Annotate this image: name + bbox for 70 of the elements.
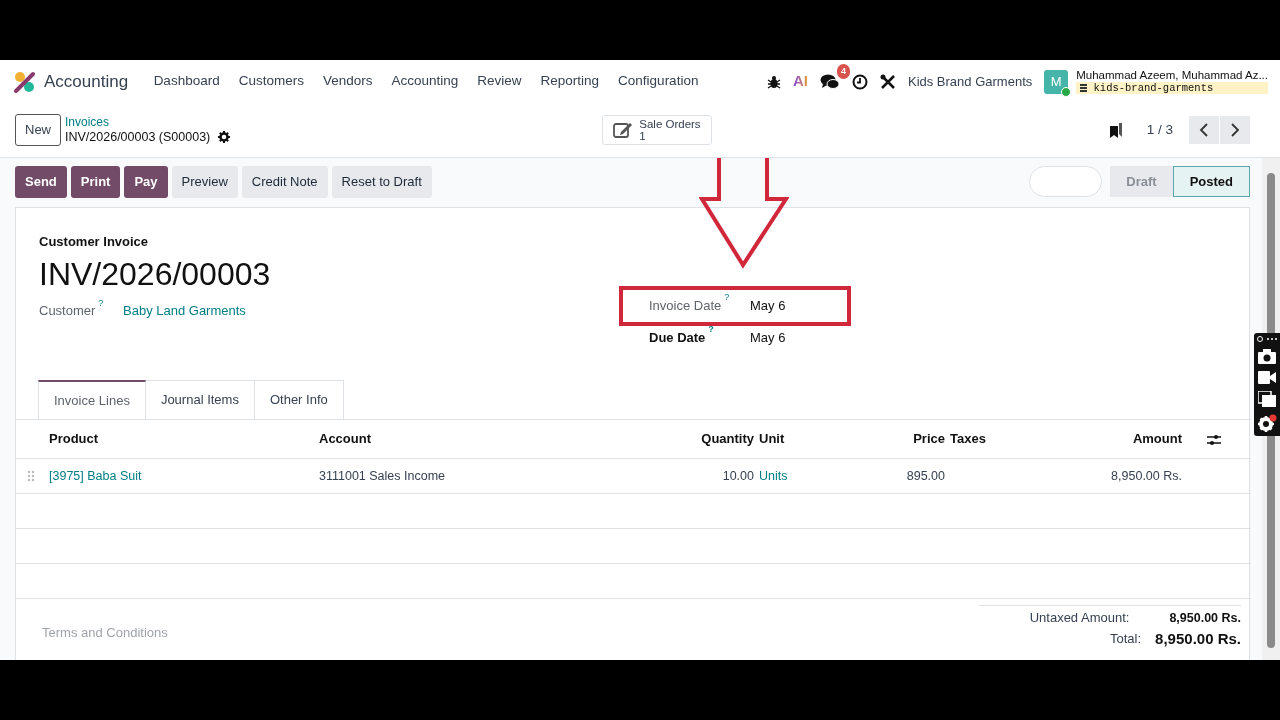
app-name[interactable]: Accounting — [44, 68, 129, 95]
chevron-left-icon — [1199, 123, 1209, 137]
action-button[interactable]: Preview — [171, 166, 238, 198]
field-value[interactable]: May 6 — [750, 295, 786, 316]
column-settings-icon[interactable] — [1206, 433, 1221, 446]
company-name[interactable]: Kids Brand Garments — [907, 71, 1033, 92]
total-value: 8,950.00 Rs. — [1155, 630, 1241, 648]
column-header[interactable]: Price — [838, 419, 949, 459]
notification-badge: 4 — [836, 63, 850, 80]
clock-icon[interactable] — [851, 73, 868, 90]
customer-link[interactable]: Baby Land Garments — [123, 301, 246, 321]
total-label: Total: — [1110, 631, 1142, 647]
video-icon[interactable] — [1258, 371, 1276, 384]
menu-item[interactable]: Accounting — [382, 71, 468, 92]
column-header[interactable]: Account — [318, 419, 628, 459]
product-link[interactable]: [3975] Baba Suit — [49, 468, 142, 483]
tab[interactable]: Invoice Lines — [38, 379, 146, 419]
app-logo-icon[interactable] — [14, 70, 36, 93]
action-button[interactable]: Reset to Draft — [331, 166, 432, 198]
windows-icon[interactable] — [1258, 391, 1276, 407]
column-header[interactable]: Unit — [758, 419, 838, 459]
total-label: Untaxed Amount: — [1029, 611, 1130, 626]
next-button[interactable] — [1220, 116, 1250, 144]
edit-icon — [613, 121, 634, 139]
database-name: kids-brand-garments — [1076, 82, 1268, 95]
column-header[interactable]: Product — [48, 419, 318, 459]
tools-icon[interactable] — [879, 73, 896, 90]
menu-item[interactable]: Configuration — [608, 71, 708, 92]
database-icon — [1080, 84, 1088, 93]
menu-item[interactable]: Reporting — [531, 71, 609, 92]
chevron-right-icon — [1230, 123, 1240, 137]
menu-item[interactable]: Vendors — [313, 71, 382, 92]
column-header[interactable]: Quantity — [628, 419, 758, 459]
action-button[interactable]: Send — [15, 166, 67, 198]
record-name: INV/2026/00003 (S00003) — [65, 129, 211, 145]
menu-item[interactable]: Review — [467, 71, 532, 92]
pager-counter[interactable]: 1 / 3 — [1146, 119, 1173, 141]
action-button[interactable]: Credit Note — [241, 166, 328, 198]
menu-item[interactable]: Customers — [229, 71, 314, 92]
table-cell: 895.00 — [906, 468, 945, 483]
action-button[interactable]: Print — [70, 166, 121, 198]
previous-button[interactable] — [1189, 116, 1219, 144]
bug-icon[interactable] — [766, 74, 781, 89]
total-value: 8,950.00 Rs. — [1169, 611, 1241, 626]
column-header[interactable]: Amount — [1041, 419, 1186, 459]
sale-orders-button[interactable]: Sale Orders 1 — [602, 114, 712, 146]
table-cell: 10.00 — [722, 468, 754, 483]
column-header[interactable]: Taxes — [949, 419, 1041, 459]
unit-link[interactable]: Units — [759, 468, 788, 483]
menu-item[interactable]: Dashboard — [144, 71, 230, 92]
tab[interactable]: Journal Items — [145, 379, 255, 419]
document-type: Customer Invoice — [39, 232, 150, 251]
breadcrumb-link[interactable]: Invoices — [65, 115, 231, 130]
field-value[interactable]: May 6 — [750, 327, 786, 348]
action-button[interactable]: Pay — [124, 166, 168, 198]
online-status-dot — [1061, 86, 1072, 97]
table-cell: 3111001 Sales Income — [319, 468, 445, 483]
bookmark-icon[interactable] — [1108, 122, 1123, 138]
tab[interactable]: Other Info — [254, 379, 344, 419]
status-stage[interactable]: Posted — [1172, 166, 1250, 198]
new-button[interactable]: New — [15, 114, 61, 146]
invoice-number: INV/2026/00003 — [39, 255, 272, 294]
gear-icon[interactable] — [1257, 414, 1277, 432]
user-name[interactable]: Muhammad Azeem, Muhammad Az... — [1076, 68, 1268, 83]
camera-icon[interactable] — [1258, 349, 1276, 364]
settings-icon[interactable] — [218, 131, 231, 144]
link-icon[interactable] — [1257, 336, 1277, 342]
table-cell: 8,950.00 Rs. — [1111, 468, 1182, 483]
drag-handle-icon[interactable] — [27, 470, 35, 483]
chat-icon[interactable] — [819, 74, 840, 91]
